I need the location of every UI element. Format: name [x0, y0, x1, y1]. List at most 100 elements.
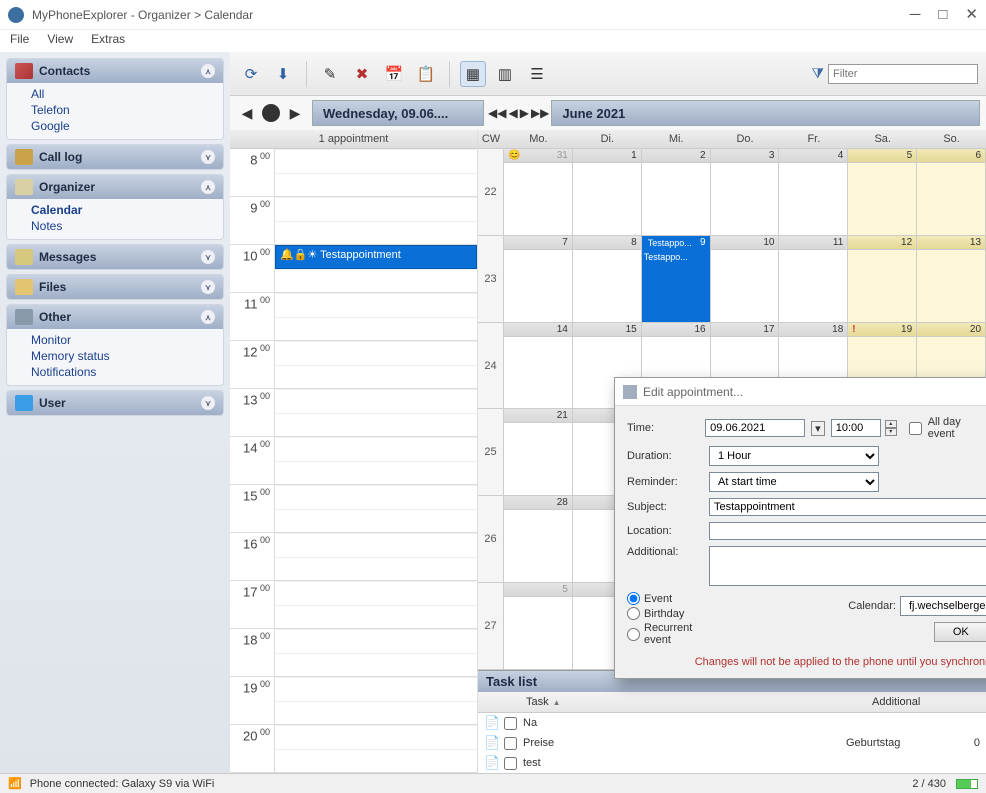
- delete-button[interactable]: ✖: [349, 61, 375, 87]
- filter-input[interactable]: [828, 64, 978, 84]
- time-up[interactable]: ▴: [885, 420, 897, 428]
- location-input[interactable]: [709, 522, 986, 540]
- sidebar-contacts-google[interactable]: Google: [31, 119, 213, 133]
- hour-cell[interactable]: [275, 293, 477, 340]
- task-checkbox[interactable]: [504, 737, 517, 750]
- hour-cell[interactable]: [275, 437, 477, 484]
- hour-cell[interactable]: [275, 677, 477, 724]
- month-cell[interactable]: 28: [504, 496, 573, 582]
- hour-cell[interactable]: [275, 629, 477, 676]
- taskcol-task[interactable]: Task: [526, 696, 549, 708]
- date-input[interactable]: [705, 419, 805, 437]
- month-cell[interactable]: 7: [504, 236, 573, 322]
- month-cell[interactable]: 11: [779, 236, 848, 322]
- hour-label: 15 00: [230, 485, 275, 532]
- task-row[interactable]: 📄Na: [478, 713, 986, 733]
- hour-label: 16 00: [230, 533, 275, 580]
- radio-event[interactable]: [627, 592, 640, 605]
- sidebar-other-header[interactable]: Other⋏: [7, 305, 223, 329]
- month-first-button[interactable]: ◀◀: [488, 106, 506, 120]
- new-task-button[interactable]: 📋: [413, 61, 439, 87]
- edit-button[interactable]: ✎: [317, 61, 343, 87]
- sidebar-messages-header[interactable]: Messages⋎: [7, 245, 223, 269]
- task-row[interactable]: 📄test: [478, 753, 986, 773]
- task-checkbox[interactable]: [504, 717, 517, 730]
- hour-cell[interactable]: 🔔🔒☀ Testappointment: [275, 245, 477, 292]
- sidebar-contacts-telefon[interactable]: Telefon: [31, 103, 213, 117]
- month-cell[interactable]: 12: [848, 236, 917, 322]
- menu-file[interactable]: File: [10, 32, 29, 50]
- radio-recurrent[interactable]: [627, 628, 640, 641]
- sidebar-files-header[interactable]: Files⋎: [7, 275, 223, 299]
- month-cell[interactable]: 3: [711, 149, 780, 235]
- new-event-button[interactable]: 📅: [381, 61, 407, 87]
- chevron-icon: ⋎: [201, 150, 215, 164]
- day-today-button[interactable]: [260, 102, 282, 124]
- month-cell[interactable]: 8: [573, 236, 642, 322]
- month-last-button[interactable]: ▶▶: [531, 106, 549, 120]
- month-cell[interactable]: 4: [779, 149, 848, 235]
- task-checkbox[interactable]: [504, 757, 517, 770]
- calendar-select[interactable]: fj.wechselberger@gmail: [900, 596, 986, 616]
- hour-cell[interactable]: [275, 533, 477, 580]
- sync-button[interactable]: ⟳: [238, 61, 264, 87]
- hour-cell[interactable]: [275, 485, 477, 532]
- sidebar-other-notifications[interactable]: Notifications: [31, 365, 213, 379]
- month-prev-button[interactable]: ◀: [508, 106, 517, 120]
- radio-birthday[interactable]: [627, 607, 640, 620]
- label-location: Location:: [627, 525, 703, 537]
- month-cell[interactable]: 😊31: [504, 149, 573, 235]
- sidebar-organizer-header[interactable]: Organizer⋏: [7, 175, 223, 199]
- sidebar-user-header[interactable]: User⋎: [7, 391, 223, 415]
- week-number: 26: [478, 496, 504, 582]
- reminder-select[interactable]: At start time: [709, 472, 879, 492]
- sidebar-other-memory[interactable]: Memory status: [31, 349, 213, 363]
- day-grid[interactable]: 8 009 0010 00🔔🔒☀ Testappointment11 0012 …: [230, 149, 477, 773]
- month-cell[interactable]: 5: [504, 583, 573, 669]
- date-dropdown[interactable]: ▾: [811, 421, 825, 436]
- month-cell[interactable]: 10: [711, 236, 780, 322]
- menu-view[interactable]: View: [47, 32, 73, 50]
- month-cell[interactable]: 2: [642, 149, 711, 235]
- month-cell[interactable]: 1: [573, 149, 642, 235]
- month-cell[interactable]: Testappo...9Testappo...: [642, 236, 711, 322]
- time-down[interactable]: ▾: [885, 428, 897, 436]
- maximize-button[interactable]: □: [938, 7, 947, 22]
- hour-cell[interactable]: [275, 725, 477, 772]
- day-prev-button[interactable]: ◀: [236, 102, 258, 124]
- month-cell[interactable]: 14: [504, 323, 573, 409]
- ok-button[interactable]: OK: [934, 622, 986, 642]
- subject-input[interactable]: [709, 498, 986, 516]
- sidebar-organizer-notes[interactable]: Notes: [31, 219, 213, 233]
- sidebar-other-monitor[interactable]: Monitor: [31, 333, 213, 347]
- month-cell[interactable]: 21: [504, 409, 573, 495]
- view-list-button[interactable]: ☰: [524, 61, 550, 87]
- month-next-button[interactable]: ▶: [520, 106, 529, 120]
- sidebar-contacts-header[interactable]: Contacts ⋏: [7, 59, 223, 83]
- view-week-button[interactable]: ▥: [492, 61, 518, 87]
- hour-cell[interactable]: [275, 197, 477, 244]
- hour-cell[interactable]: [275, 581, 477, 628]
- appointment-item[interactable]: 🔔🔒☀ Testappointment: [275, 245, 477, 269]
- duration-select[interactable]: 1 Hour: [709, 446, 879, 466]
- sidebar-calllog-header[interactable]: Call log⋎: [7, 145, 223, 169]
- time-input[interactable]: [831, 419, 881, 437]
- sidebar-organizer-calendar[interactable]: Calendar: [31, 203, 213, 217]
- additional-input[interactable]: [709, 546, 986, 586]
- hour-cell[interactable]: [275, 149, 477, 196]
- minimize-button[interactable]: ─: [910, 7, 921, 22]
- close-button[interactable]: ✕: [965, 7, 978, 22]
- month-cell[interactable]: 6: [917, 149, 986, 235]
- view-day-button[interactable]: ▦: [460, 61, 486, 87]
- month-cell[interactable]: 5: [848, 149, 917, 235]
- task-row[interactable]: 📄PreiseGeburtstag0: [478, 733, 986, 753]
- hour-cell[interactable]: [275, 341, 477, 388]
- sidebar-contacts-all[interactable]: All: [31, 87, 213, 101]
- menu-extras[interactable]: Extras: [91, 32, 125, 50]
- month-cell[interactable]: 13: [917, 236, 986, 322]
- day-next-button[interactable]: ▶: [284, 102, 306, 124]
- hour-cell[interactable]: [275, 389, 477, 436]
- allday-checkbox[interactable]: [909, 422, 922, 435]
- taskcol-additional[interactable]: Additional: [866, 692, 986, 712]
- download-button[interactable]: ⬇: [270, 61, 296, 87]
